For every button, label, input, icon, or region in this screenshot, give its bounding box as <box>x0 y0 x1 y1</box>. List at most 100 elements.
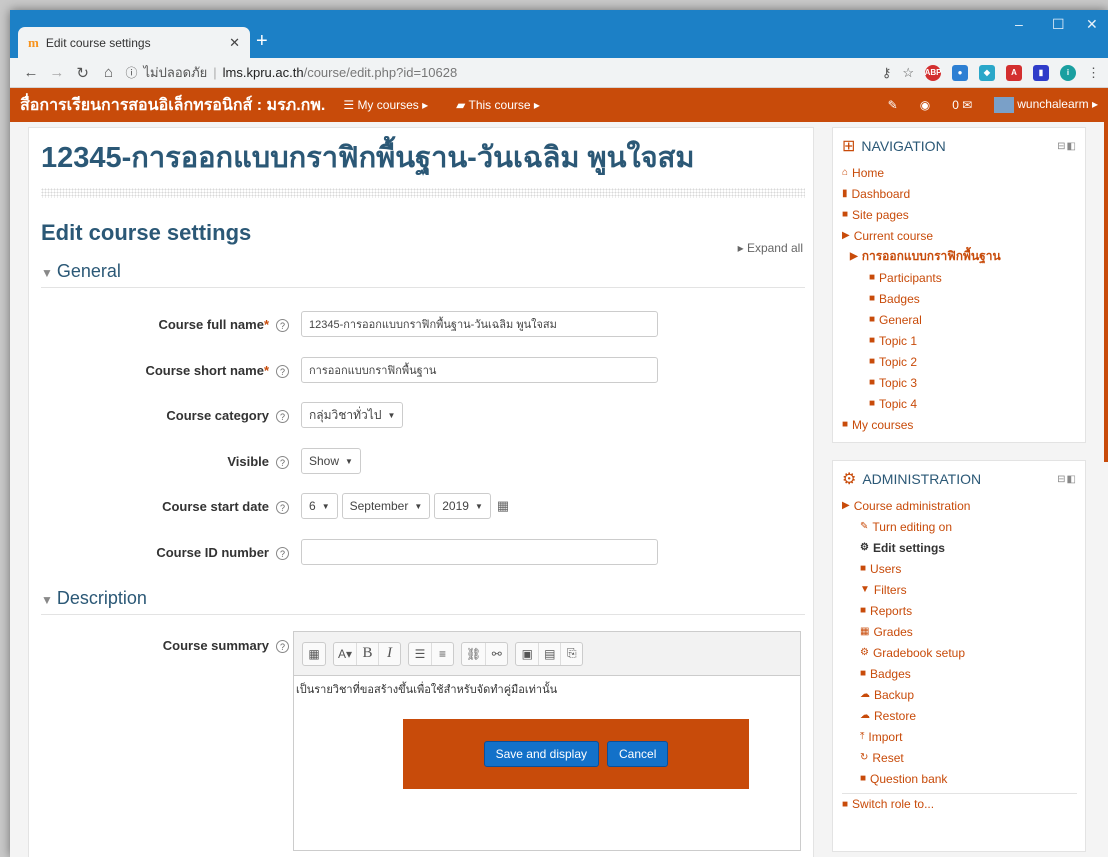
nav-item-topic-4[interactable]: ■ Topic 4 <box>842 393 1077 414</box>
section-general-header[interactable]: ▼ General <box>41 261 805 288</box>
calendar-icon[interactable]: ▦ <box>497 498 509 514</box>
info-icon[interactable]: ⓘ <box>126 64 138 81</box>
nav-item-topic-2[interactable]: ■ Topic 2 <box>842 351 1077 372</box>
tab-edit-course[interactable]: m Edit course settings ✕ <box>18 27 250 58</box>
extension-cyan-icon[interactable]: ◆ <box>979 64 995 81</box>
nav-item-general[interactable]: ■ General <box>842 309 1077 330</box>
extension-blue-icon[interactable]: ● <box>952 64 968 81</box>
reload-icon[interactable]: ↻ <box>70 64 96 82</box>
help-icon[interactable]: ? <box>276 318 289 332</box>
admin-item-question-bank[interactable]: ■ Question bank <box>842 768 1077 789</box>
expand-caret-icon: ▸ <box>737 241 747 255</box>
notifications-icon[interactable]: ◉ <box>920 98 930 112</box>
profile-icon[interactable]: i <box>1060 64 1076 81</box>
start-day-select[interactable]: 6 ▼ <box>301 493 338 519</box>
forward-icon[interactable]: → <box>44 64 70 81</box>
new-tab-icon[interactable]: + <box>256 30 268 53</box>
admin-item-import[interactable]: ⤒ Import <box>842 726 1077 747</box>
admin-item-filters[interactable]: ▼ Filters <box>842 579 1077 600</box>
nav-item-topic-3[interactable]: ■ Topic 3 <box>842 372 1077 393</box>
scrollbar-thumb[interactable] <box>1104 122 1108 462</box>
short-name-input[interactable] <box>301 357 658 383</box>
pdf-icon[interactable]: A <box>1006 64 1022 81</box>
block-controls-icon[interactable]: ⊟◧ <box>1057 141 1077 152</box>
folder-icon: ■ <box>860 563 867 574</box>
maximize-icon[interactable]: ☐ <box>1052 16 1065 33</box>
minimize-icon[interactable]: – <box>1015 16 1023 32</box>
admin-item-switch-role[interactable]: ■ Switch role to... <box>842 793 1077 814</box>
edit-icon[interactable]: ✎ <box>888 98 898 112</box>
admin-item-gradebook-setup[interactable]: ⚙ Gradebook setup <box>842 642 1077 663</box>
unordered-list-icon[interactable]: ☰ <box>409 643 431 665</box>
admin-item-restore[interactable]: ☁ Restore <box>842 705 1077 726</box>
nav-item-current-course[interactable]: ▶ Current course <box>842 225 1077 246</box>
help-icon[interactable]: ? <box>276 500 289 514</box>
link-icon[interactable]: ⛓ <box>462 643 485 665</box>
admin-item-course-administration[interactable]: ▶ Course administration <box>842 495 1077 516</box>
section-description-header[interactable]: ▼ Description <box>41 588 805 615</box>
nav-item-home[interactable]: ⌂ Home <box>842 162 1077 183</box>
collapse-caret-icon: ▼ <box>41 593 53 607</box>
italic-icon[interactable]: I <box>378 642 400 665</box>
nav-item-my-courses[interactable]: ■ My courses <box>842 414 1077 435</box>
home-icon[interactable]: ⌂ <box>96 64 122 81</box>
help-icon[interactable]: ? <box>276 364 289 378</box>
cancel-button[interactable]: Cancel <box>607 741 669 767</box>
toolbar-toggle-icon[interactable]: ▦ <box>303 643 325 665</box>
key-icon[interactable]: ⚷ <box>882 65 892 81</box>
admin-item-badges[interactable]: ■ Badges <box>842 663 1077 684</box>
nav-item-badges[interactable]: ■ Badges <box>842 288 1077 309</box>
my-courses-menu[interactable]: ☰ My courses ▸ <box>343 98 428 112</box>
text-style-icon[interactable]: A▾ <box>334 643 356 665</box>
help-icon[interactable]: ? <box>276 409 289 423</box>
expand-all-link[interactable]: ▸ Expand all <box>738 241 803 255</box>
nav-item-site-pages[interactable]: ■ Site pages <box>842 204 1077 225</box>
unlink-icon[interactable]: ⚯ <box>485 642 507 665</box>
site-name[interactable]: สื่อการเรียนการสอนอิเล็กทรอนิกส์ : มรภ.ก… <box>20 93 325 118</box>
help-icon[interactable]: ? <box>276 639 289 653</box>
user-menu[interactable]: wunchalearm ▸ <box>994 97 1098 113</box>
title-divider <box>41 188 805 198</box>
summary-text[interactable]: เป็นรายวิชาที่ขอสร้างขึ้นเพื่อใช้สำหรับจ… <box>294 676 800 702</box>
nav-item-topic-1[interactable]: ■ Topic 1 <box>842 330 1077 351</box>
extension-indigo-icon[interactable]: ▮ <box>1033 64 1049 81</box>
id-number-input[interactable] <box>301 539 658 565</box>
close-window-icon[interactable]: ✕ <box>1086 16 1098 33</box>
messages-menu[interactable]: 0 ✉ <box>952 98 972 112</box>
category-select[interactable]: กลุ่มวิชาทั่วไป ▼ <box>301 402 404 428</box>
admin-item-backup[interactable]: ☁ Backup <box>842 684 1077 705</box>
image-icon[interactable]: ▣ <box>516 643 538 665</box>
summary-label: Course summary? <box>41 638 289 653</box>
help-icon[interactable]: ? <box>276 455 289 469</box>
adblock-icon[interactable]: ABP <box>925 64 941 81</box>
visible-select[interactable]: Show ▼ <box>301 448 361 474</box>
admin-item-users[interactable]: ■ Users <box>842 558 1077 579</box>
file-icon[interactable]: ⎘ <box>560 642 582 665</box>
this-course-menu[interactable]: ▰ This course ▸ <box>456 98 540 112</box>
folder-icon: ■ <box>869 377 876 388</box>
back-icon[interactable]: ← <box>18 64 44 81</box>
admin-item-turn-editing-on[interactable]: ✎ Turn editing on <box>842 516 1077 537</box>
admin-item-reports[interactable]: ■ Reports <box>842 600 1077 621</box>
start-year-select[interactable]: 2019 ▼ <box>434 493 491 519</box>
close-tab-icon[interactable]: ✕ <box>229 35 240 51</box>
nav-item-course[interactable]: ▶ การออกแบบกราฟิกพื้นฐาน <box>842 246 1077 267</box>
full-name-input[interactable] <box>301 311 658 337</box>
menu-icon[interactable]: ⋮ <box>1087 65 1100 81</box>
bold-icon[interactable]: B <box>356 642 378 665</box>
media-icon[interactable]: ▤ <box>538 642 560 665</box>
admin-item-reset[interactable]: ↻ Reset <box>842 747 1077 768</box>
dropdown-caret-icon: ▼ <box>345 456 353 466</box>
help-icon[interactable]: ? <box>276 546 289 560</box>
nav-item-dashboard[interactable]: ▮ Dashboard <box>842 183 1077 204</box>
star-icon[interactable]: ☆ <box>902 65 914 81</box>
ordered-list-icon[interactable]: ≡ <box>431 642 453 665</box>
admin-item-edit-settings[interactable]: ⚙ Edit settings <box>842 537 1077 558</box>
url-box[interactable]: ⓘ ไม่ปลอดภัย | lms.kpru.ac.th/course/edi… <box>126 61 882 85</box>
url-path: /course/edit.php?id=10628 <box>303 65 458 80</box>
admin-item-grades[interactable]: ▦ Grades <box>842 621 1077 642</box>
block-controls-icon[interactable]: ⊟◧ <box>1057 474 1077 485</box>
start-month-select[interactable]: September ▼ <box>341 493 431 519</box>
save-and-display-button[interactable]: Save and display <box>483 741 600 767</box>
nav-item-participants[interactable]: ■ Participants <box>842 267 1077 288</box>
